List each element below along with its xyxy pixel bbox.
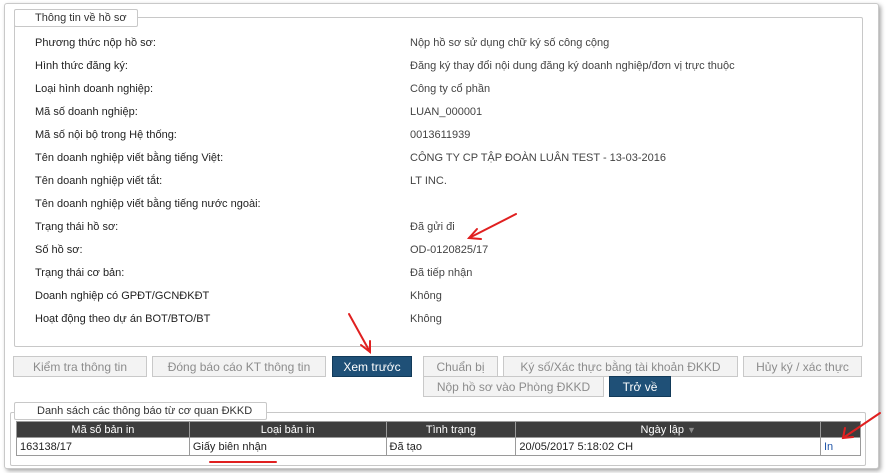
profile-field-row: Mã số doanh nghiệp: LUAN_000001 <box>15 106 862 128</box>
cell-status: Đã tạo <box>385 437 517 456</box>
profile-field-label: Doanh nghiệp có GPĐT/GCNĐKĐT <box>35 290 210 302</box>
profile-field-label: Tên doanh nghiệp viết tắt: <box>35 175 163 187</box>
profile-field-row: Trạng thái hồ sơ: Đã gửi đi <box>15 221 862 243</box>
cell-code: 163138/17 <box>16 437 190 456</box>
profile-field-value: Nộp hồ sơ sử dụng chữ ký số công cộng <box>410 37 610 49</box>
profile-field-row: Hình thức đăng ký: Đăng ký thay đổi nội d… <box>15 60 862 82</box>
profile-info-legend: Thông tin về hồ sơ <box>14 9 138 27</box>
profile-field-value: Đã tiếp nhận <box>410 267 473 279</box>
column-header-date[interactable]: Ngày lập ▼ <box>515 421 821 438</box>
profile-field-value: CÔNG TY CP TẬP ĐOÀN LUÂN TEST - 13-03-20… <box>410 152 666 164</box>
column-header-code[interactable]: Mã số bản in <box>16 421 190 438</box>
profile-field-label: Mã số nội bộ trong Hệ thống: <box>35 129 177 141</box>
column-header-action <box>820 421 861 438</box>
profile-field-value: OD-0120825/17 <box>410 244 489 256</box>
sort-desc-icon: ▼ <box>686 424 696 435</box>
profile-field-label: Trạng thái hồ sơ: <box>35 221 119 233</box>
profile-field-value: Không <box>410 290 442 302</box>
profile-field-label: Tên doanh nghiệp viết bằng tiếng nước ng… <box>35 198 261 210</box>
profile-field-value: Công ty cổ phần <box>410 83 491 95</box>
profile-field-row: Doanh nghiệp có GPĐT/GCNĐKĐT Không <box>15 290 862 312</box>
check-info-button[interactable]: Kiểm tra thông tin <box>13 356 147 377</box>
preview-button[interactable]: Xem trước <box>332 356 412 377</box>
profile-field-label: Tên doanh nghiệp viết bằng tiếng Việt: <box>35 152 224 164</box>
profile-field-row: Mã số nội bộ trong Hệ thống: 0013611939 <box>15 129 862 151</box>
cancel-sign-button[interactable]: Hủy ký / xác thực <box>743 356 862 377</box>
profile-field-value: LUAN_000001 <box>410 106 483 118</box>
prepare-button[interactable]: Chuẩn bị <box>423 356 498 377</box>
table-header-row: Mã số bản in Loại bản in Tình trạng Ngày… <box>16 421 861 438</box>
profile-field-value: LT INC. <box>410 175 447 187</box>
table-row: 163138/17 Giấy biên nhận Đã tạo 20/05/20… <box>16 437 861 456</box>
profile-field-row: Số hồ sơ: OD-0120825/17 <box>15 244 862 266</box>
profile-field-value: Không <box>410 313 442 325</box>
profile-field-row: Tên doanh nghiệp viết bằng tiếng nước ng… <box>15 198 862 220</box>
notices-legend: Danh sách các thông báo từ cơ quan ĐKKD <box>14 402 268 420</box>
profile-field-label: Hình thức đăng ký: <box>35 60 128 72</box>
cell-action: In <box>820 437 861 456</box>
profile-field-label: Trạng thái cơ bản: <box>35 267 125 279</box>
column-header-date-label: Ngày lập <box>640 423 684 436</box>
cell-date: 20/05/2017 5:18:02 CH <box>515 437 821 456</box>
profile-info-panel: Phương thức nộp hồ sơ: Nộp hồ sơ sử dụng … <box>14 17 863 347</box>
profile-field-row: Phương thức nộp hồ sơ: Nộp hồ sơ sử dụng … <box>15 37 862 59</box>
profile-field-row: Loại hình doanh nghiệp: Công ty cổ phần <box>15 83 862 105</box>
profile-field-row: Trạng thái cơ bản: Đã tiếp nhận <box>15 267 862 289</box>
column-header-type[interactable]: Loại bản in <box>188 421 387 438</box>
back-button[interactable]: Trở về <box>609 376 671 397</box>
profile-field-value: Đăng ký thay đổi nội dung đăng ký doanh … <box>410 60 735 72</box>
profile-field-label: Phương thức nộp hồ sơ: <box>35 37 156 49</box>
profile-field-label: Loại hình doanh nghiệp: <box>35 83 154 95</box>
profile-field-row: Tên doanh nghiệp viết tắt: LT INC. <box>15 175 862 197</box>
submit-dossier-button[interactable]: Nộp hồ sơ vào Phòng ĐKKD <box>423 376 604 397</box>
profile-field-row: Hoạt động theo dự án BOT/BTO/BT Không <box>15 313 862 335</box>
profile-field-label: Số hồ sơ: <box>35 244 83 256</box>
profile-field-label: Mã số doanh nghiệp: <box>35 106 138 118</box>
close-report-button[interactable]: Đóng báo cáo KT thông tin <box>152 356 326 377</box>
notices-table: Mã số bản in Loại bản in Tình trạng Ngày… <box>16 421 861 456</box>
cell-type: Giấy biên nhận <box>188 437 387 456</box>
profile-field-row: Tên doanh nghiệp viết bằng tiếng Việt: CÔ… <box>15 152 862 174</box>
profile-field-value: 0013611939 <box>410 129 471 141</box>
profile-field-label: Hoạt động theo dự án BOT/BTO/BT <box>35 313 211 325</box>
digital-sign-button[interactable]: Ký số/Xác thực bằng tài khoản ĐKKD <box>503 356 738 377</box>
print-link[interactable]: In <box>824 441 833 453</box>
column-header-status[interactable]: Tình trạng <box>385 421 517 438</box>
profile-field-value: Đã gửi đi <box>410 221 455 233</box>
